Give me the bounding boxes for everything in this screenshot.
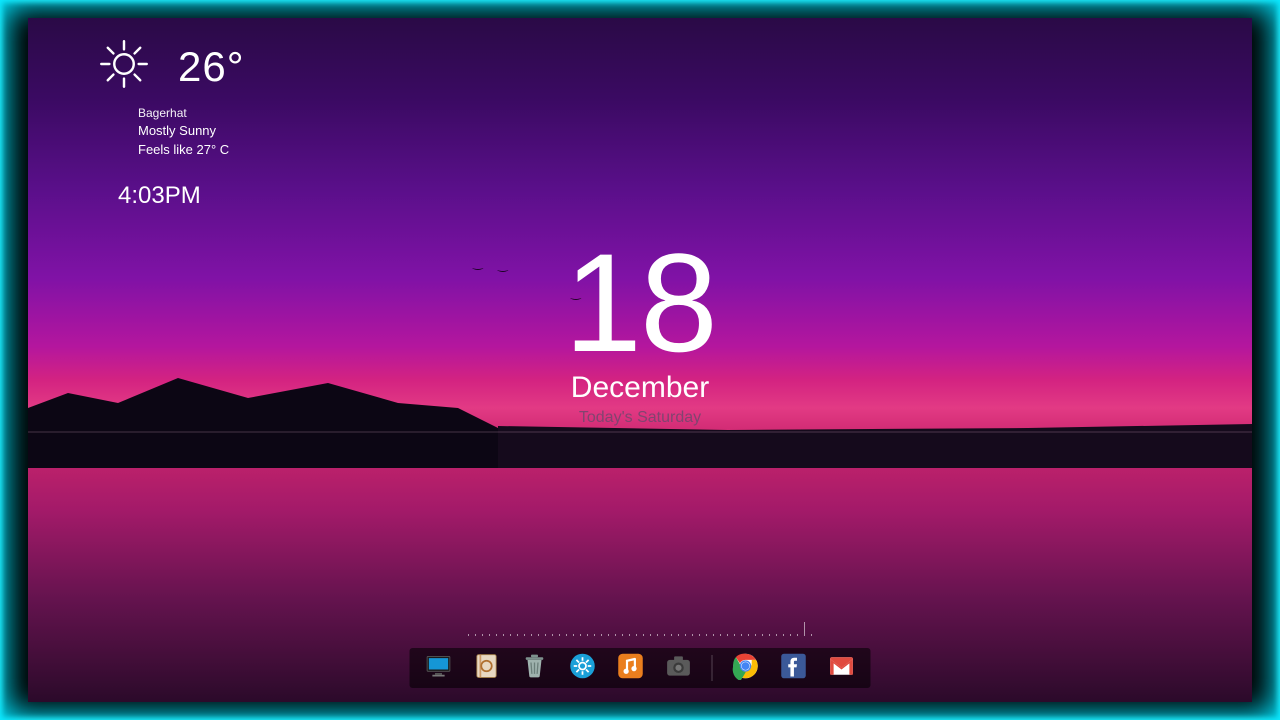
music-icon <box>617 652 645 685</box>
computer-icon <box>425 652 453 685</box>
audio-visualizer <box>468 622 812 636</box>
sun-icon <box>98 38 150 95</box>
date-day-name: Today's Saturday <box>564 409 716 427</box>
trash-icon <box>521 652 549 685</box>
weather-condition: Mostly Sunny <box>138 122 245 141</box>
dock-item-trash[interactable] <box>520 653 550 683</box>
weather-details: Bagerhat Mostly Sunny Feels like 27° C <box>138 105 245 160</box>
temperature-value: 26° <box>178 43 245 91</box>
dock-item-computer[interactable] <box>424 653 454 683</box>
dock-item-gmail[interactable] <box>827 653 857 683</box>
dock-item-camera[interactable] <box>664 653 694 683</box>
camera-icon <box>665 652 693 685</box>
date-widget[interactable]: 18 December Today's Saturday <box>564 233 716 427</box>
dock-item-settings[interactable] <box>568 653 598 683</box>
dock-item-facebook[interactable] <box>779 653 809 683</box>
bird-icon: ‿ <box>473 256 483 270</box>
dock-item-notebook[interactable] <box>472 653 502 683</box>
horizon-line <box>28 431 1252 433</box>
gmail-icon <box>828 652 856 685</box>
facebook-icon <box>780 652 808 685</box>
dock <box>410 648 871 688</box>
desktop-wallpaper[interactable]: ‿ ‿ ‿ 26° Bagerhat Mostly <box>28 18 1252 702</box>
chrome-icon <box>732 652 760 685</box>
dock-item-music[interactable] <box>616 653 646 683</box>
clock-time: 4:03PM <box>118 182 245 210</box>
bird-icon: ‿ <box>498 258 508 272</box>
dock-separator <box>712 655 713 681</box>
settings-icon <box>569 652 597 685</box>
notebook-icon <box>473 652 501 685</box>
date-month: December <box>564 371 716 405</box>
weather-widget[interactable]: 26° Bagerhat Mostly Sunny Feels like 27°… <box>98 38 245 210</box>
weather-location: Bagerhat <box>138 105 245 122</box>
date-day-number: 18 <box>564 233 716 373</box>
dock-item-chrome[interactable] <box>731 653 761 683</box>
weather-feels-like: Feels like 27° C <box>138 141 245 160</box>
